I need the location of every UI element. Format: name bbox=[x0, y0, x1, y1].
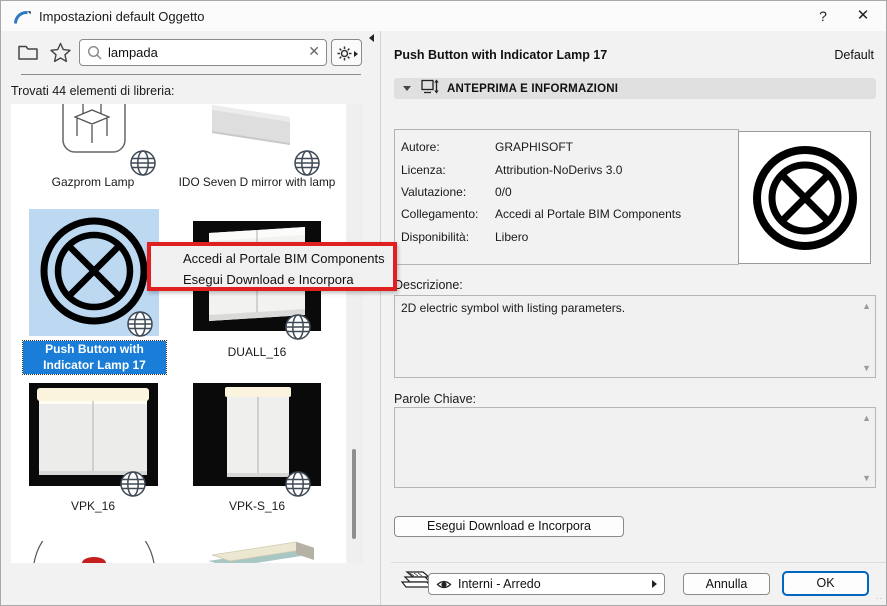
description-textarea[interactable]: 2D electric symbol with listing paramete… bbox=[394, 295, 876, 378]
search-box: ✕ bbox=[79, 39, 327, 66]
bim-portal-link[interactable]: Accedi al Portale BIM Components bbox=[495, 207, 681, 221]
scrollbar-thumb[interactable] bbox=[352, 449, 356, 539]
eye-icon bbox=[436, 578, 452, 596]
scroll-down-icon[interactable]: ▼ bbox=[862, 473, 871, 483]
partial-item-thumbnail bbox=[208, 541, 314, 563]
search-icon bbox=[87, 45, 103, 66]
globe-icon bbox=[284, 313, 312, 346]
gear-icon bbox=[337, 46, 352, 61]
resize-grip[interactable]: ∙∙ bbox=[876, 593, 883, 603]
window-title: Impostazioni default Oggetto bbox=[39, 9, 205, 24]
ok-button[interactable]: OK bbox=[782, 571, 869, 596]
section-title: ANTEPRIMA E INFORMAZIONI bbox=[447, 82, 619, 95]
info-field-value: 0/0 bbox=[495, 184, 512, 199]
gear-flyout-arrow-icon bbox=[354, 51, 358, 57]
cancel-button[interactable]: Annulla bbox=[683, 573, 770, 595]
library-item-list: Gazprom Lamp IDO Seven D mirror with lam… bbox=[11, 104, 346, 563]
gazprom-lamp-thumbnail[interactable] bbox=[61, 104, 127, 154]
clear-search-icon[interactable]: ✕ bbox=[308, 43, 320, 60]
library-scrollbar[interactable] bbox=[347, 104, 363, 563]
info-field-label: Valutazione: bbox=[401, 184, 467, 199]
keywords-textarea[interactable]: ▲ ▼ bbox=[394, 407, 876, 488]
info-field-label: Licenza: bbox=[401, 162, 446, 177]
info-field-label: Disponibilità: bbox=[401, 229, 470, 244]
library-item-label[interactable]: Gazprom Lamp bbox=[18, 175, 168, 189]
description-label: Descrizione: bbox=[394, 278, 463, 292]
object-info-box: Autore: GRAPHISOFT Licenza: Attribution-No… bbox=[394, 129, 739, 265]
archicad-logo-icon bbox=[13, 8, 31, 31]
library-item-label[interactable]: IDO Seven D mirror with lamp bbox=[169, 175, 345, 189]
description-text: 2D electric symbol with listing paramete… bbox=[401, 301, 626, 315]
preview-info-section-header[interactable]: ANTEPRIMA E INFORMAZIONI bbox=[394, 78, 876, 99]
default-state-label: Default bbox=[834, 48, 874, 62]
info-field-label: Collegamento: bbox=[401, 207, 479, 222]
context-menu: Accedi al Portale BIM Components Esegui … bbox=[147, 242, 397, 291]
collapse-panel-icon[interactable] bbox=[369, 34, 374, 42]
object-default-settings-dialog: Impostazioni default Oggetto ? ✕ ✕ Trova… bbox=[0, 0, 887, 606]
info-field-value: Attribution-NoDerivs 3.0 bbox=[495, 162, 623, 177]
menu-item-download-embed[interactable]: Esegui Download e Incorpora bbox=[151, 270, 393, 291]
download-embed-button[interactable]: Esegui Download e Incorpora bbox=[394, 516, 624, 537]
chevron-down-icon bbox=[403, 86, 411, 91]
layers-icon bbox=[397, 569, 433, 598]
keywords-label: Parole Chiave: bbox=[394, 392, 476, 406]
info-field-value: Libero bbox=[495, 229, 529, 244]
globe-icon bbox=[126, 310, 154, 343]
info-field-label: Autore: bbox=[401, 140, 440, 155]
title-bar: Impostazioni default Oggetto ? ✕ bbox=[1, 1, 886, 31]
partial-item-thumbnail bbox=[33, 541, 155, 563]
toolbar-separator bbox=[21, 74, 361, 75]
menu-item-open-bim-portal[interactable]: Accedi al Portale BIM Components bbox=[151, 249, 393, 270]
library-item-label[interactable]: VPK_16 bbox=[18, 499, 168, 513]
library-item-label[interactable]: VPK-S_16 bbox=[182, 499, 332, 513]
layer-combo-value: Interni - Arredo bbox=[458, 577, 541, 591]
layer-combo[interactable]: Interni - Arredo bbox=[428, 573, 665, 595]
footer-separator bbox=[391, 562, 886, 563]
scroll-up-icon[interactable]: ▲ bbox=[862, 301, 871, 311]
close-button[interactable]: ✕ bbox=[848, 5, 878, 27]
combo-flyout-arrow-icon bbox=[652, 580, 657, 588]
ido-mirror-thumbnail[interactable] bbox=[212, 105, 292, 147]
search-input[interactable] bbox=[108, 41, 298, 64]
selected-object-title: Push Button with Indicator Lamp 17 bbox=[394, 48, 608, 62]
selected-library-item-label[interactable]: Push Button with Indicator Lamp 17 bbox=[22, 340, 167, 375]
help-button[interactable]: ? bbox=[808, 5, 838, 27]
library-item-label[interactable]: DUALL_16 bbox=[182, 345, 332, 359]
scroll-down-icon[interactable]: ▼ bbox=[862, 363, 871, 373]
results-count-label: Trovati 44 elementi di libreria: bbox=[11, 84, 175, 98]
folder-icon[interactable] bbox=[17, 41, 41, 65]
scroll-up-icon[interactable]: ▲ bbox=[862, 413, 871, 423]
push-button-symbol-preview bbox=[753, 146, 857, 250]
info-field-value: GRAPHISOFT bbox=[495, 140, 574, 155]
panel-divider bbox=[380, 31, 381, 605]
favorites-star-icon[interactable] bbox=[49, 41, 73, 65]
object-preview bbox=[738, 131, 871, 264]
preview-pane-icon bbox=[421, 79, 439, 99]
search-settings-button[interactable] bbox=[331, 39, 362, 66]
